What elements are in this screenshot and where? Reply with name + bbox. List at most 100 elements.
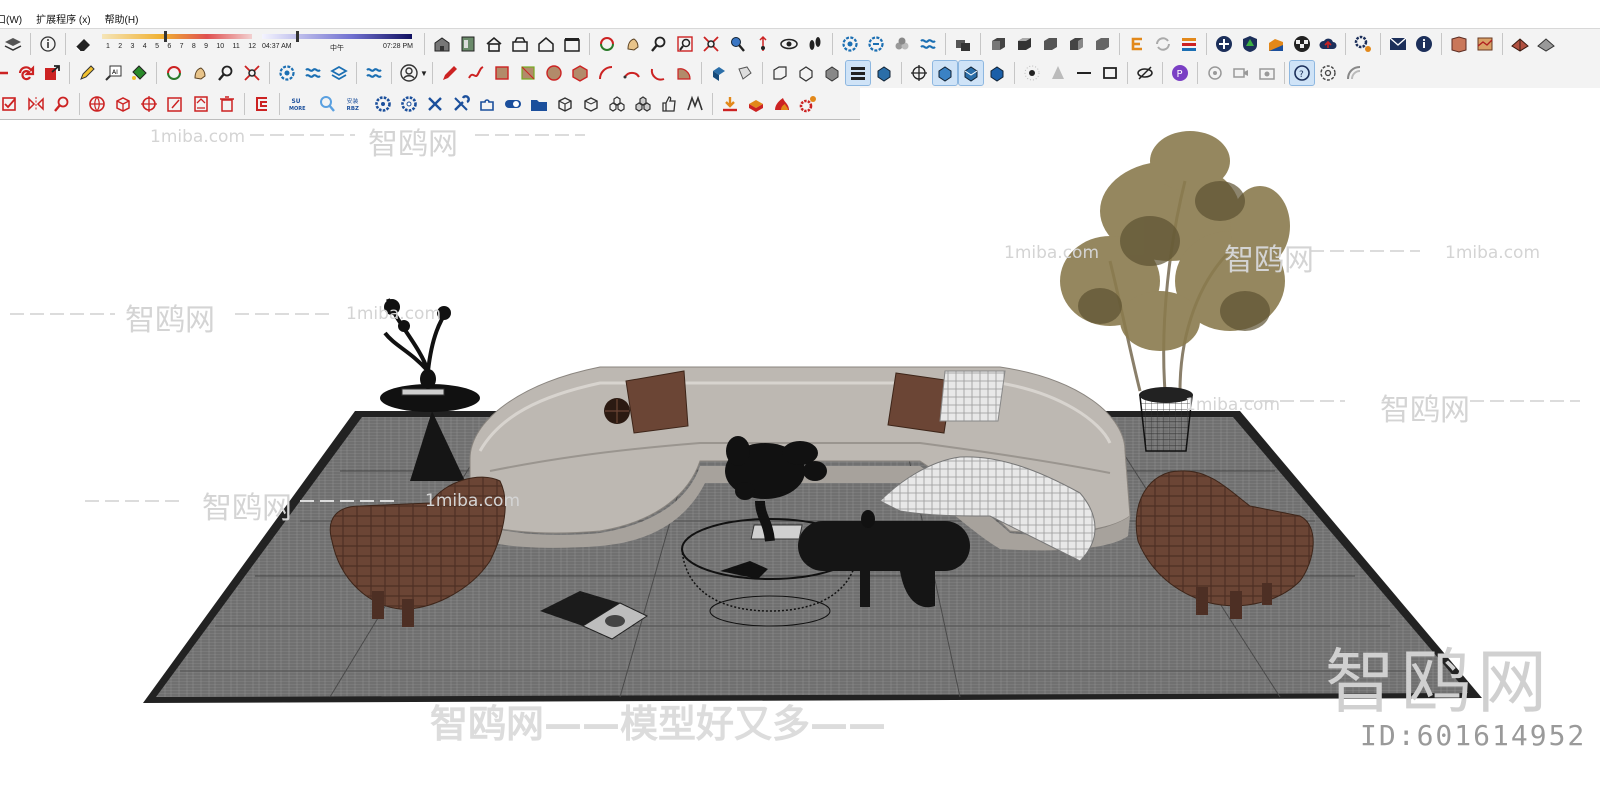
menu-help[interactable]: 帮助(H) — [105, 11, 139, 26]
skyline-icon[interactable] — [1264, 32, 1288, 56]
terrain-map-icon[interactable] — [1473, 32, 1497, 56]
zoom-icon[interactable] — [647, 32, 671, 56]
plugin-waves-3-icon[interactable] — [362, 61, 386, 85]
paint-bucket-icon[interactable] — [127, 61, 151, 85]
export-red-icon[interactable] — [40, 61, 64, 85]
solid-box-icon[interactable] — [820, 61, 844, 85]
document-red-icon[interactable] — [189, 92, 213, 116]
cubes-stack-icon[interactable] — [605, 92, 629, 116]
about-info-icon[interactable] — [1412, 32, 1436, 56]
trash-red-icon[interactable] — [215, 92, 239, 116]
gear-orange-icon[interactable] — [796, 92, 820, 116]
plugin-gear-b-icon[interactable] — [864, 32, 888, 56]
flower-settings-icon[interactable] — [1316, 61, 1340, 85]
edit-frame-red-icon[interactable] — [163, 92, 187, 116]
plugin-waves-2-icon[interactable] — [301, 61, 325, 85]
box-left-icon[interactable] — [1038, 32, 1062, 56]
box-orange-icon[interactable] — [744, 92, 768, 116]
orbit-2-icon[interactable] — [162, 61, 186, 85]
extension-warehouse-icon[interactable] — [456, 32, 480, 56]
zoom-extents-icon[interactable] — [699, 32, 723, 56]
rotated-rect-icon[interactable] — [516, 61, 540, 85]
cube-outline-2-icon[interactable] — [579, 92, 603, 116]
settings-gears-icon[interactable] — [1351, 32, 1375, 56]
mirror-icon[interactable] — [24, 92, 48, 116]
arc-icon[interactable] — [594, 61, 618, 85]
layers-icon[interactable] — [1, 32, 25, 56]
sandbox-a-icon[interactable] — [1508, 32, 1532, 56]
home-icon[interactable] — [482, 32, 506, 56]
follow-me-icon[interactable] — [733, 61, 757, 85]
freehand-icon[interactable] — [464, 61, 488, 85]
plugin-stack-icon[interactable] — [1177, 32, 1201, 56]
arrow-left-icon[interactable] — [0, 61, 12, 85]
move-axes-icon[interactable] — [907, 61, 931, 85]
pie-icon[interactable] — [672, 61, 696, 85]
thumbs-up-icon[interactable] — [657, 92, 681, 116]
position-camera-icon[interactable] — [751, 32, 775, 56]
time-slider-handle[interactable] — [296, 30, 299, 42]
cloud-upload-icon[interactable] — [1316, 32, 1340, 56]
arc-2pt-icon[interactable] — [620, 61, 644, 85]
mail-icon[interactable] — [1386, 32, 1410, 56]
toggle-icon[interactable] — [501, 92, 525, 116]
shaded-box-icon[interactable] — [872, 61, 896, 85]
user-dropdown-icon[interactable]: ▼ — [420, 69, 428, 78]
cube-red-icon[interactable] — [111, 92, 135, 116]
user-icon[interactable] — [397, 61, 421, 85]
tree-shield-icon[interactable] — [1238, 32, 1262, 56]
globe-red-icon[interactable] — [85, 92, 109, 116]
ai-tag-icon[interactable]: AI — [101, 61, 125, 85]
install-rbz-icon[interactable]: 安装 RBZ — [341, 92, 369, 116]
zoom-selection-icon[interactable] — [725, 32, 749, 56]
help-target-icon[interactable]: ? — [1289, 60, 1315, 86]
house-outline-icon[interactable] — [534, 32, 558, 56]
center-dot-icon[interactable] — [1020, 61, 1044, 85]
target-gray-icon[interactable] — [1203, 61, 1227, 85]
look-around-icon[interactable] — [777, 32, 801, 56]
polygon-icon[interactable] — [568, 61, 592, 85]
component-icon[interactable] — [951, 32, 975, 56]
plugin-flame-icon[interactable] — [770, 92, 794, 116]
download-orange-icon[interactable] — [718, 92, 742, 116]
line-icon[interactable] — [1072, 61, 1096, 85]
eraser-icon[interactable] — [71, 32, 95, 56]
sandbox-b-icon[interactable] — [1534, 32, 1558, 56]
date-slider[interactable] — [102, 33, 252, 39]
plugin-e-icon[interactable] — [1125, 32, 1149, 56]
zoom-2-icon[interactable] — [214, 61, 238, 85]
folder-blue-icon[interactable] — [527, 92, 551, 116]
zoom-red-icon[interactable] — [50, 92, 74, 116]
plugin-gear-a-icon[interactable] — [838, 32, 862, 56]
face-icon[interactable] — [794, 61, 818, 85]
tools-wrench-icon[interactable] — [449, 92, 473, 116]
box-right-icon[interactable] — [1064, 32, 1088, 56]
model-viewport[interactable]: 1miba.com 1miba.com 智鸥网 智鸥网 1miba.com 1m… — [0, 121, 1600, 808]
add-circle-icon[interactable] — [1212, 32, 1236, 56]
push-pull-icon[interactable] — [707, 61, 731, 85]
cone-icon[interactable] — [1046, 61, 1070, 85]
offset-box-icon[interactable] — [768, 61, 792, 85]
pen-tag-icon[interactable] — [75, 61, 99, 85]
crosshair-red-icon[interactable] — [137, 92, 161, 116]
time-slider[interactable] — [262, 33, 412, 39]
plugin-gear-c-icon[interactable] — [275, 61, 299, 85]
rectangle-icon[interactable] — [490, 61, 514, 85]
camera-gray-icon[interactable] — [1255, 61, 1279, 85]
cubes-stack-2-icon[interactable] — [631, 92, 655, 116]
m-logo-icon[interactable] — [683, 92, 707, 116]
menu-window[interactable]: 口(W) — [0, 11, 22, 26]
checker-sphere-icon[interactable] — [1290, 32, 1314, 56]
tools-cross-icon[interactable] — [423, 92, 447, 116]
plugin-p-icon[interactable]: P — [1168, 61, 1192, 85]
reload-red-icon[interactable] — [14, 61, 38, 85]
search-blue-icon[interactable] — [315, 92, 339, 116]
arc-3pt-icon[interactable] — [646, 61, 670, 85]
date-slider-handle[interactable] — [164, 30, 167, 42]
plugin-waves-icon[interactable] — [916, 32, 940, 56]
square-icon[interactable] — [1098, 61, 1122, 85]
menu-extensions[interactable]: 扩展程序 (x) — [36, 11, 90, 26]
brick-book-icon[interactable] — [1447, 32, 1471, 56]
xray-stack-icon[interactable] — [845, 60, 871, 86]
info-icon[interactable] — [36, 32, 60, 56]
